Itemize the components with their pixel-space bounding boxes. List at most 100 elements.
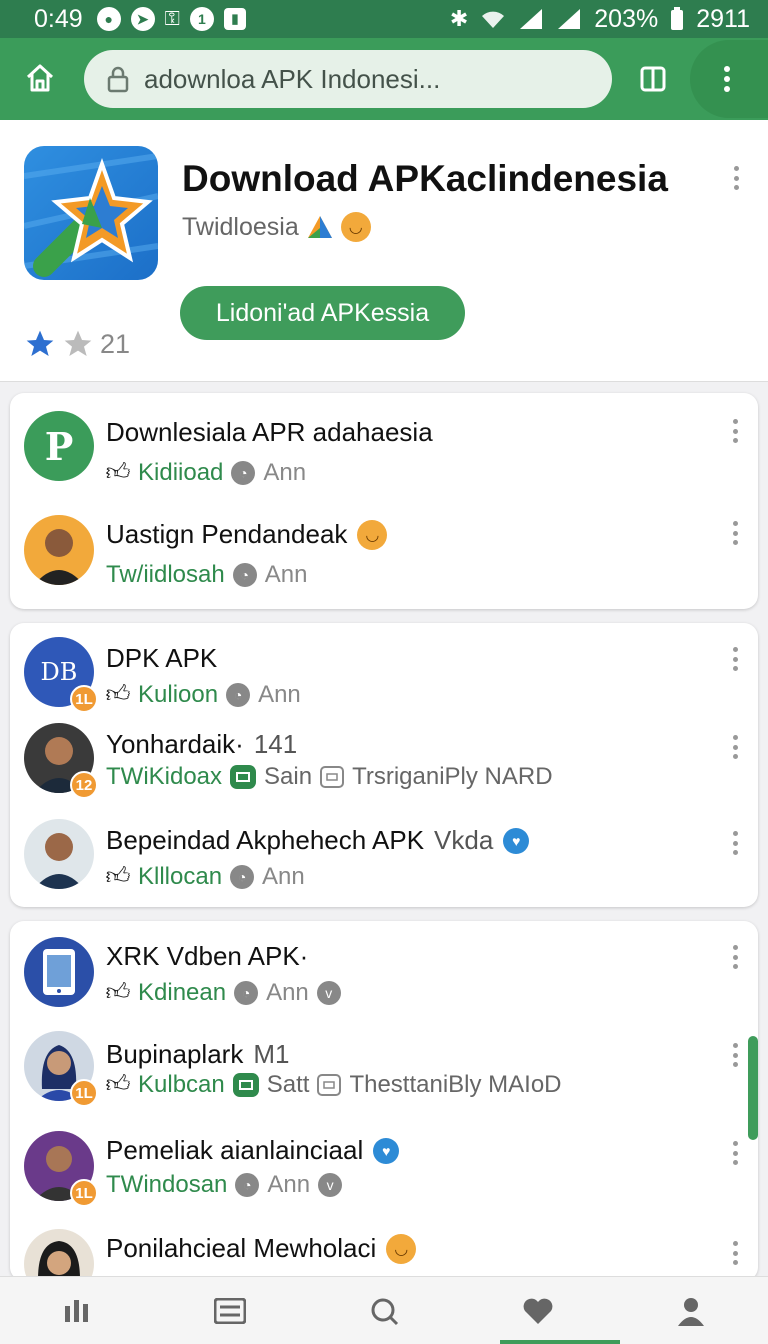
item-source: Kidiioad <box>138 459 224 486</box>
list-item[interactable]: Bepeindad Akphehech APK Vkda ♥ 👍︎ Klllocan… <box>10 809 758 907</box>
item-meta: 👍︎ Kidiioad ◔ Ann <box>105 459 307 487</box>
item-title-text: DPK APK <box>106 643 218 673</box>
list-item[interactable]: Ponilahcieal Mewholaci ◡ <box>10 1217 758 1281</box>
verified-icon: ♥ <box>503 827 530 854</box>
scrollbar[interactable] <box>748 1036 758 1140</box>
item-meta: Tw/iidlosah ◔ Ann <box>106 561 307 589</box>
item-source: Tw/iidlosah <box>106 561 225 588</box>
list-icon <box>214 1297 247 1324</box>
item-time: Ann <box>266 979 309 1006</box>
list-item[interactable]: XRK Vdben APK· 👍︎ Kdinean ◔ Ann v <box>10 921 758 1017</box>
heart-icon <box>523 1298 552 1324</box>
more-vert-icon <box>724 66 730 92</box>
battery-percent: 203% <box>594 4 659 33</box>
list-item[interactable]: 1L Pemeliak aianlainciaal ♥ TWindosan ◔ A… <box>10 1117 758 1217</box>
item-more-button[interactable] <box>725 641 745 677</box>
list-group-2: DB 1L DPK APK 👍︎ Kulioon ◔ Ann 12 Yonhar… <box>10 623 758 907</box>
nav-favorites-button[interactable] <box>508 1281 568 1341</box>
item-more-button[interactable] <box>725 1135 745 1171</box>
item-title: Bepeindad Akphehech APK Vkda ♥ <box>106 825 530 856</box>
avatar <box>24 937 94 1007</box>
avatar: 12 <box>24 723 98 799</box>
app-developer[interactable]: Twidloesia ◡ <box>182 212 371 242</box>
avatar <box>24 515 94 585</box>
item-source: TWindosan <box>106 1171 228 1198</box>
item-title: Downlesiala APR adahaesia <box>106 417 433 448</box>
url-bar[interactable]: adownloa APK Indonesi... <box>84 50 612 108</box>
item-source: TWiKidoax <box>106 763 223 790</box>
messenger-icon: ➤ <box>130 7 155 31</box>
avatar-letter: P <box>44 423 74 469</box>
nav-list-button[interactable] <box>200 1281 260 1341</box>
item-meta: TWindosan ◔ Ann v <box>106 1171 343 1199</box>
wifi-icon <box>482 11 505 28</box>
item-time: Ann <box>258 681 301 708</box>
item-meta: TWiKidoax Sain TrsriganiPly NARD <box>106 763 553 791</box>
item-title: Yonhardaik· 141 <box>106 729 297 760</box>
item-title: DPK APK <box>106 643 217 674</box>
avatar-badge: 12 <box>70 771 98 799</box>
rating-count: 21 <box>100 328 131 359</box>
smile-emoji-icon: ◡ <box>386 1233 417 1264</box>
item-meta: 👍︎ Kulbcan Satt ThesttaniBly MAIoD <box>105 1071 562 1099</box>
thumbs-up-icon: 👍︎ <box>105 459 131 486</box>
avatar-badge: 1L <box>70 1179 98 1207</box>
item-title-text: XRK Vdben APK· <box>106 941 309 971</box>
status-clock-right: 2911 <box>696 4 750 33</box>
item-more-button[interactable] <box>725 413 745 449</box>
item-more-button[interactable] <box>725 825 745 861</box>
app-icon[interactable] <box>24 146 158 280</box>
list-item[interactable]: P Downlesiala APR adahaesia 👍︎ Kidiioad … <box>10 393 758 501</box>
home-button[interactable] <box>20 58 60 98</box>
notification-icon: ● <box>96 7 121 31</box>
status-bar: 0:49 ● ➤ ⚿ 1 ▮ ✱ 203% 2911 <box>0 0 768 38</box>
item-more-button[interactable] <box>725 939 745 975</box>
item-source: Kulioon <box>138 681 219 708</box>
list-item[interactable]: Uastign Pendandeak ◡ Tw/iidlosah ◔ Ann <box>10 501 758 609</box>
avatar: 1L <box>24 1131 98 1207</box>
card-icon <box>317 1074 342 1096</box>
clock-icon: ◔ <box>231 461 256 485</box>
key-icon: ⚿ <box>164 7 180 30</box>
nav-indicator <box>500 1340 620 1344</box>
app-title: Download APKaclindenesia <box>182 158 668 199</box>
item-more-button[interactable] <box>725 1235 745 1271</box>
list-item[interactable]: DB 1L DPK APK 👍︎ Kulioon ◔ Ann <box>10 623 758 715</box>
overflow-menu-button[interactable] <box>690 40 768 118</box>
thumbs-up-icon: 👍︎ <box>105 863 131 890</box>
list-item[interactable]: 1L Bupinaplark M1 👍︎ Kulbcan Satt Thestta… <box>10 1017 758 1117</box>
item-title-text: Yonhardaik· <box>106 729 244 759</box>
item-extra: ThesttaniBly MAIoD <box>349 1071 562 1098</box>
nav-search-button[interactable] <box>354 1281 414 1341</box>
item-meta: 👍︎ Klllocan ◔ Ann <box>105 863 304 891</box>
avatar-badge: 1L <box>70 685 98 713</box>
nav-profile-button[interactable] <box>661 1281 721 1341</box>
p-logo-icon: P <box>24 411 94 481</box>
profile-icon <box>678 1297 705 1326</box>
vk-icon: v <box>316 981 341 1005</box>
tabs-button[interactable] <box>636 60 672 96</box>
vk-icon: v <box>318 1173 343 1197</box>
item-time: Ann <box>263 459 307 486</box>
avatar: 1L <box>24 1031 98 1107</box>
item-more-button[interactable] <box>725 515 745 551</box>
verified-icon: ♥ <box>373 1137 400 1164</box>
app-more-button[interactable] <box>726 160 746 196</box>
download-apk-button[interactable]: Lidoni'ad APKessia <box>180 286 465 340</box>
item-title-text: Uastign Pendandeak <box>106 519 348 549</box>
star-logo-icon <box>24 153 158 277</box>
triangle-logo-icon <box>307 216 332 238</box>
item-more-button[interactable] <box>725 729 745 765</box>
tabs-icon <box>640 66 666 92</box>
nav-stats-button[interactable] <box>47 1281 107 1341</box>
search-icon <box>371 1298 399 1325</box>
item-more-button[interactable] <box>725 1037 745 1073</box>
chat-icon <box>232 1073 259 1097</box>
list-item[interactable]: 12 Yonhardaik· 141 TWiKidoax Sain Trsriga… <box>10 715 758 809</box>
avatar <box>24 819 94 889</box>
person-photo <box>24 515 94 585</box>
person-photo <box>24 1229 94 1281</box>
avatar-badge: 1L <box>70 1079 98 1107</box>
card-icon <box>320 766 345 788</box>
stats-icon <box>64 1299 88 1322</box>
